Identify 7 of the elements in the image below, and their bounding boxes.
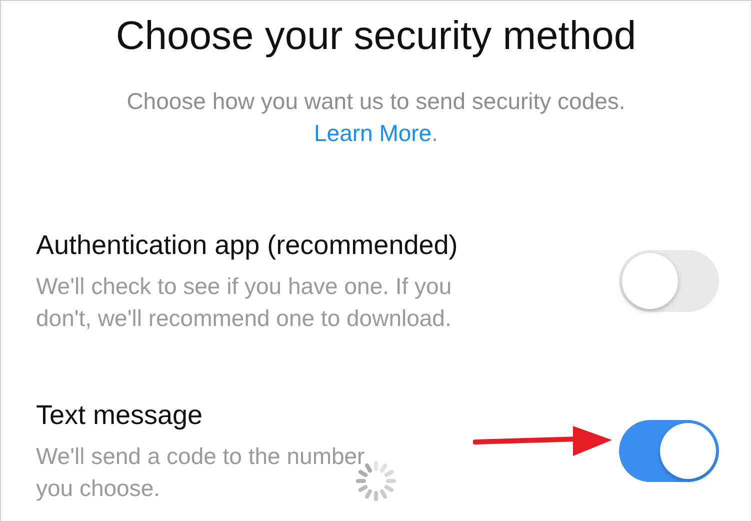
option-description: We'll check to see if you have one. If you don't, we'll recommend one to download. [36,272,453,333]
option-description: We'll send a code to the number you choose. [36,442,366,503]
instructions-text: Choose how you want us to send security codes. Learn More. [126,87,626,148]
page-title: Choose your security method [114,13,638,60]
option-title: Authentication app (recommended) [36,229,459,262]
option-title: Text message [36,399,204,432]
learn-more-link[interactable]: Learn More [314,120,432,146]
